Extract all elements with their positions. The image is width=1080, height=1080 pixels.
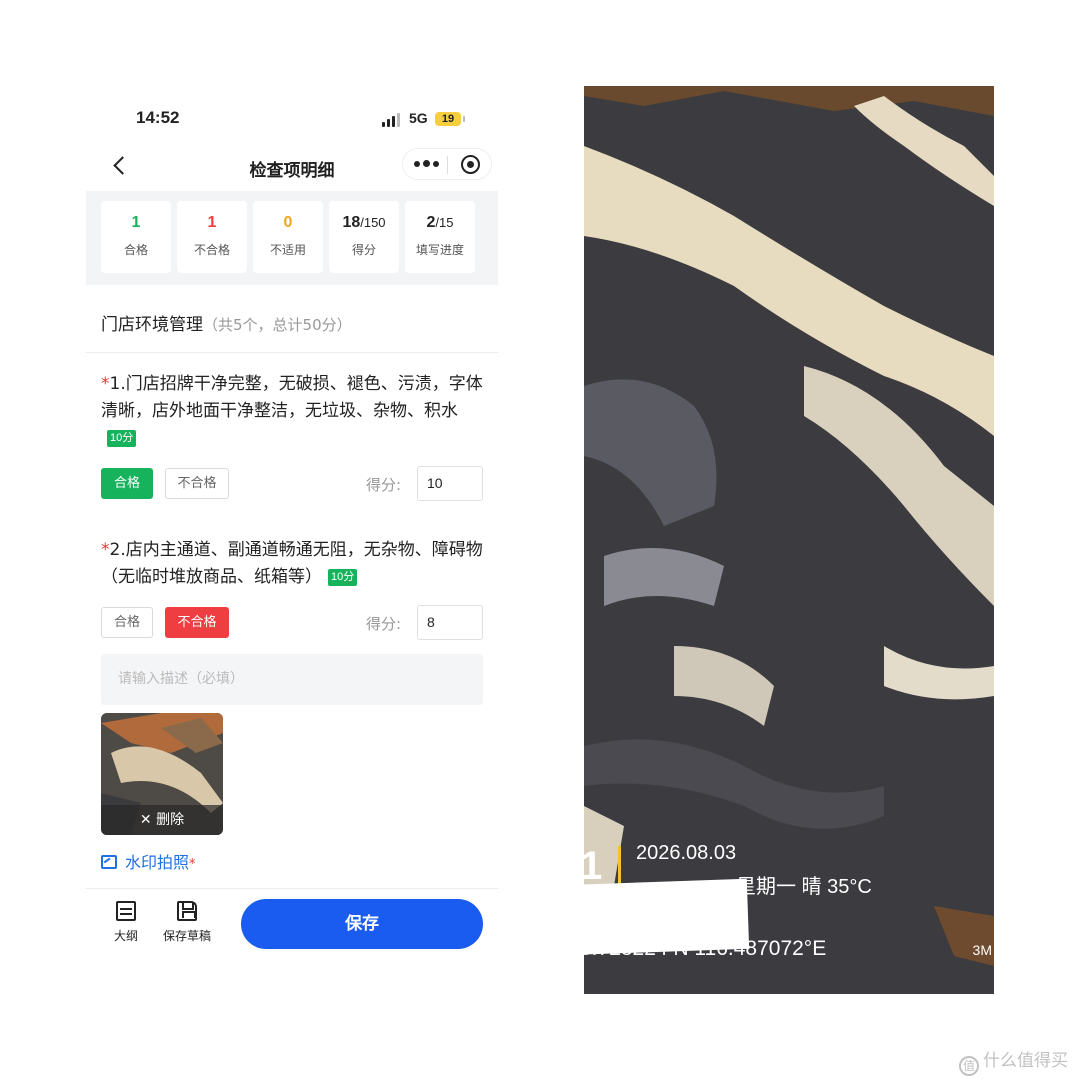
outline-icon bbox=[116, 901, 136, 921]
q1-score-label: 得分: bbox=[366, 476, 402, 494]
question-2-text: *2.店内主通道、副通道畅通无阻，无杂物、障碍物（无临时堆放商品、纸箱等） 10分 bbox=[101, 540, 483, 587]
delete-photo-button[interactable]: ✕ 删除 bbox=[101, 805, 223, 835]
summary-value: 0 bbox=[283, 214, 293, 231]
more-dots-icon[interactable] bbox=[411, 157, 441, 171]
status-bar: 14:52 5G 19 bbox=[86, 88, 498, 144]
summary-value: 18/150 bbox=[342, 214, 386, 231]
required-mark: * bbox=[101, 540, 110, 560]
watermark-digit: 1 bbox=[584, 844, 603, 888]
capsule-divider bbox=[447, 156, 448, 174]
photo-thumbnail[interactable]: ✕ 删除 bbox=[101, 713, 223, 835]
summary-value: 2/15 bbox=[426, 214, 454, 231]
question-1-text: *1.门店招牌干净完整，无破损、褪色、污渍，字体清晰，店外地面干净整洁，无垃圾、… bbox=[101, 371, 486, 452]
image-icon bbox=[101, 855, 117, 869]
watermark-date: 2026.08.03 bbox=[636, 842, 737, 864]
summary-label: 合格 bbox=[123, 243, 148, 257]
q2-fail-button[interactable]: 不合格 bbox=[165, 607, 229, 638]
q2-pass-button[interactable]: 合格 bbox=[101, 607, 153, 638]
summary-card-score: 18/150 得分 bbox=[329, 201, 399, 273]
nav-bar: 检查项明细 bbox=[86, 144, 498, 190]
battery-icon: 19 bbox=[435, 112, 465, 126]
divider bbox=[86, 352, 498, 353]
signal-icon bbox=[382, 113, 402, 127]
q1-fail-button[interactable]: 不合格 bbox=[165, 468, 229, 499]
save-draft-button[interactable]: 保存草稿 bbox=[163, 901, 211, 944]
points-badge: 10分 bbox=[328, 568, 358, 586]
summary-label: 不合格 bbox=[193, 243, 230, 257]
q2-score-input[interactable]: 8 bbox=[417, 605, 483, 640]
summary-label: 得分 bbox=[351, 243, 376, 257]
summary-card-na: 0 不适用 bbox=[253, 201, 323, 273]
status-time: 14:52 bbox=[136, 108, 180, 127]
outline-button[interactable]: 大纲 bbox=[114, 901, 138, 944]
section-title: 门店环境管理（共5个，总计50分） bbox=[101, 315, 352, 335]
save-draft-label: 保存草稿 bbox=[163, 929, 212, 943]
summary-card-pass: 1 合格 bbox=[101, 201, 171, 273]
close-target-icon[interactable] bbox=[461, 155, 480, 174]
phone-screenshot: 14:52 5G 19 检查项明细 1 合格 1 不合格 0 不适用 18/15… bbox=[86, 88, 498, 968]
summary-label: 填写进度 bbox=[415, 243, 464, 257]
summary-value: 1 bbox=[207, 214, 217, 231]
watermark-brand: 3M bbox=[972, 942, 992, 958]
summary-card-progress: 2/15 填写进度 bbox=[405, 201, 475, 273]
watermark-photo: 1 2026.08.03 星期一 晴 35°C 5.728224 N 116.4… bbox=[584, 86, 994, 994]
q1-score-input[interactable]: 10 bbox=[417, 466, 483, 501]
site-watermark: 值什么值得买 bbox=[959, 1046, 1068, 1076]
summary-card-fail: 1 不合格 bbox=[177, 201, 247, 273]
description-input[interactable]: 请输入描述（必填） bbox=[101, 654, 483, 705]
summary-panel: 1 合格 1 不合格 0 不适用 18/150 得分 2/15 填写进度 bbox=[86, 191, 498, 285]
site-logo-icon: 值 bbox=[959, 1056, 979, 1076]
save-button[interactable]: 保存 bbox=[241, 899, 483, 949]
bottom-bar: 大纲 保存草稿 保存 bbox=[86, 888, 498, 968]
watermark-photo-button[interactable]: 水印拍照* bbox=[101, 849, 196, 873]
required-mark: * bbox=[189, 857, 196, 872]
q1-pass-button[interactable]: 合格 bbox=[101, 468, 153, 499]
watermark-coordinates: 5.728224 N 116.487072°E bbox=[584, 937, 827, 960]
miniprogram-capsule bbox=[402, 148, 492, 180]
outline-label: 大纲 bbox=[114, 929, 139, 943]
required-mark: * bbox=[101, 374, 110, 394]
points-badge: 10分 bbox=[107, 429, 137, 447]
watermark-weather: 星期一 晴 35°C bbox=[736, 876, 872, 898]
network-type: 5G bbox=[409, 110, 428, 126]
summary-value: 1 bbox=[131, 214, 141, 231]
floppy-disk-icon bbox=[177, 901, 197, 921]
summary-label: 不适用 bbox=[269, 243, 306, 257]
q2-score-label: 得分: bbox=[366, 615, 402, 633]
close-icon: ✕ bbox=[139, 812, 157, 828]
section-meta: （共5个，总计50分） bbox=[203, 316, 352, 334]
